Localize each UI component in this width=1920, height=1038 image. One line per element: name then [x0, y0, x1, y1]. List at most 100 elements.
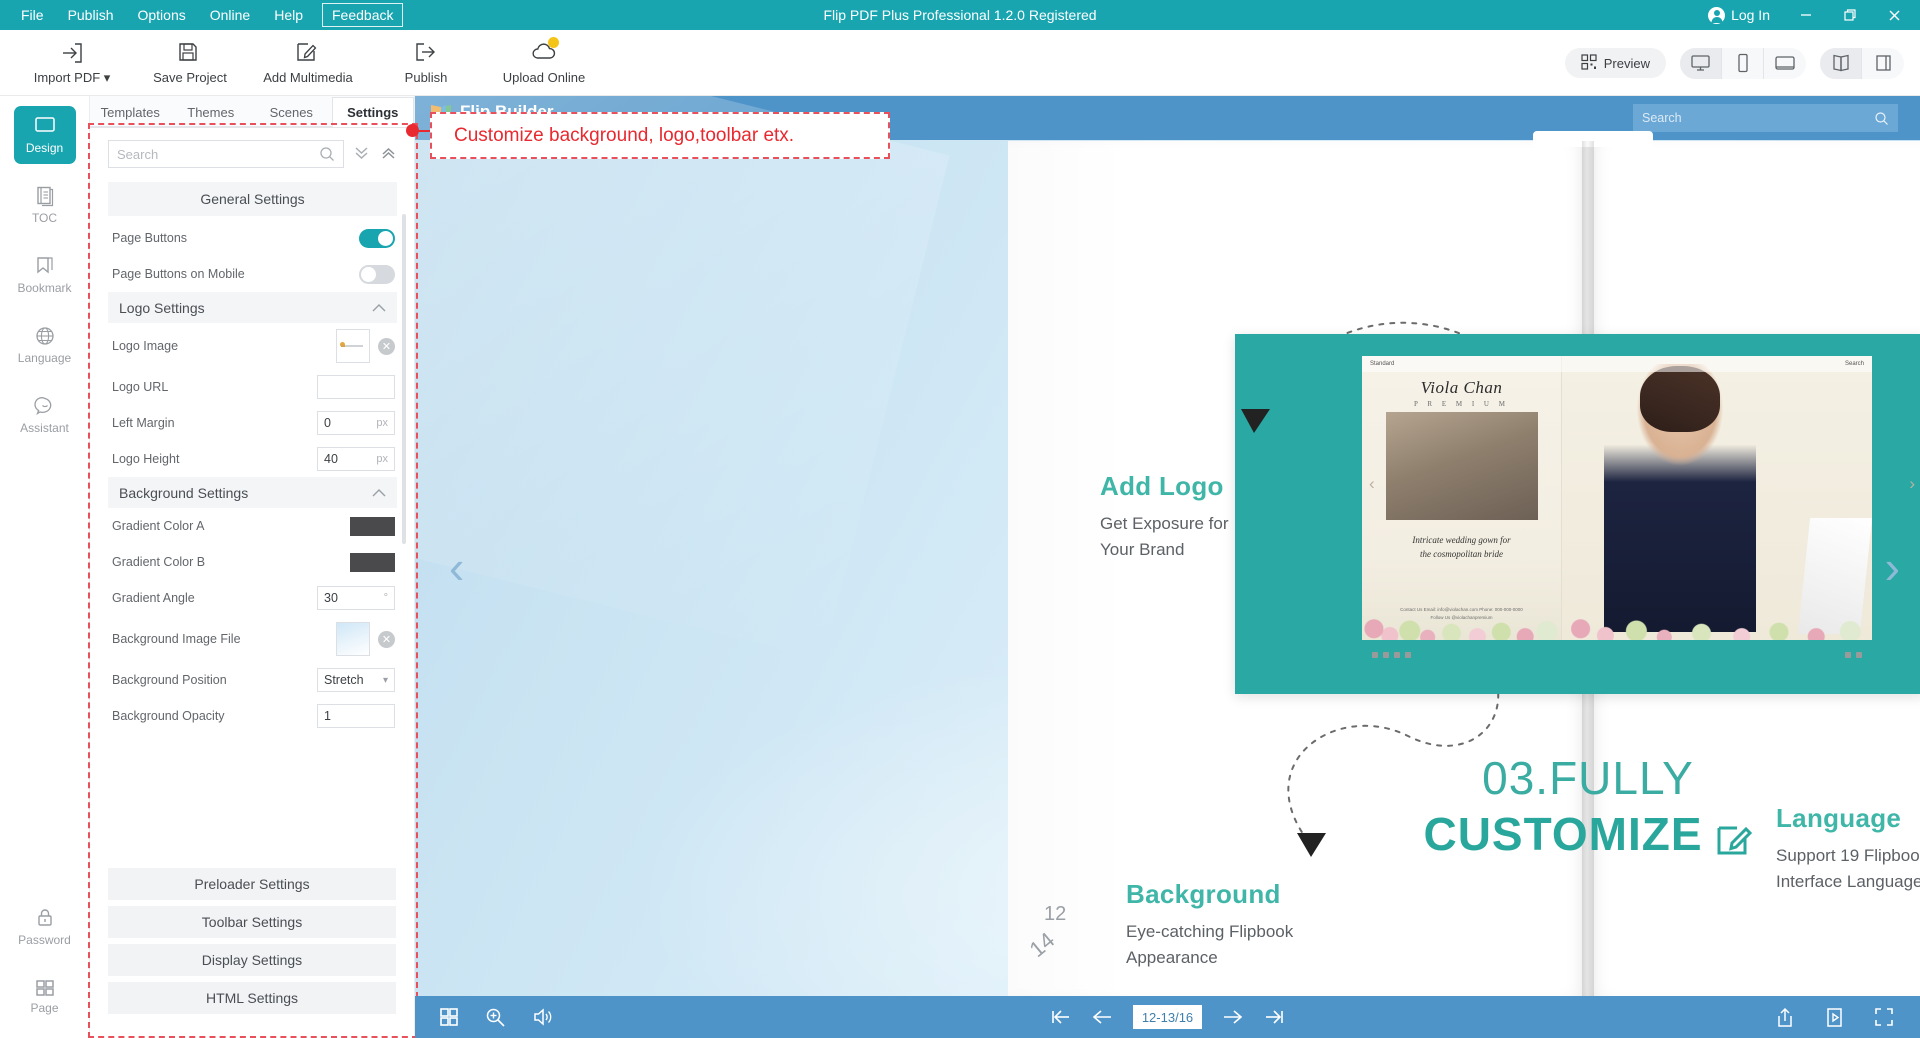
- flipbook-search-input[interactable]: [1642, 111, 1874, 125]
- logo-image-thumbnail[interactable]: [336, 329, 370, 363]
- login-button[interactable]: Log In: [1694, 7, 1784, 24]
- background-opacity-input[interactable]: 1: [317, 704, 395, 728]
- setting-background-opacity: Background Opacity 1: [108, 698, 397, 734]
- device-desktop-button[interactable]: [1680, 48, 1722, 79]
- lock-icon: [34, 907, 56, 929]
- section-label-background: Background Settings: [119, 485, 248, 501]
- section-background-settings[interactable]: Background Settings: [108, 477, 397, 508]
- background-position-select[interactable]: Stretch ▾: [317, 668, 395, 692]
- left-margin-value: 0: [324, 416, 331, 430]
- globe-icon: [34, 325, 56, 347]
- annotation-callout: Customize background, logo,toolbar etx.: [430, 112, 890, 159]
- connector-arrowheads: [1008, 141, 1920, 996]
- setting-label-background-image: Background Image File: [112, 632, 241, 646]
- auto-flip-icon[interactable]: [1825, 1007, 1844, 1028]
- upload-badge: [548, 37, 559, 48]
- thumbnails-icon[interactable]: [439, 1007, 459, 1027]
- setting-label-logo-image: Logo Image: [112, 339, 178, 353]
- flipbook-search[interactable]: [1633, 104, 1898, 132]
- device-tablet-button[interactable]: [1764, 48, 1806, 79]
- page-number-left: 12: [1044, 903, 1066, 926]
- menu-publish[interactable]: Publish: [57, 3, 125, 27]
- tab-templates[interactable]: Templates: [90, 98, 171, 127]
- single-page-button[interactable]: [1862, 48, 1904, 79]
- sidebar-item-password[interactable]: Password: [14, 898, 76, 956]
- sound-icon[interactable]: [532, 1007, 553, 1027]
- menu-options[interactable]: Options: [126, 3, 196, 27]
- close-button[interactable]: [1872, 0, 1916, 30]
- background-image-control: ✕: [336, 622, 395, 656]
- flipbook-toolbar-left: [415, 1007, 553, 1028]
- sidebar-item-toc[interactable]: TOC: [14, 176, 76, 234]
- sidebar-item-design[interactable]: Design: [14, 106, 76, 164]
- maximize-button[interactable]: [1828, 0, 1872, 30]
- toolbar-settings-button[interactable]: Toolbar Settings: [108, 906, 396, 938]
- logo-height-input[interactable]: 40 px: [317, 447, 395, 471]
- settings-search-input[interactable]: [117, 147, 319, 162]
- upload-online-button[interactable]: Upload Online: [488, 33, 600, 93]
- html-settings-button[interactable]: HTML Settings: [108, 982, 396, 1014]
- clear-logo-icon[interactable]: ✕: [378, 338, 395, 355]
- collapse-all-icon[interactable]: [352, 142, 371, 166]
- chevron-up-icon: [372, 300, 386, 316]
- setting-label-gradient-b: Gradient Color B: [112, 555, 205, 569]
- menu-feedback[interactable]: Feedback: [322, 3, 403, 27]
- next-page-icon[interactable]: [1220, 1007, 1244, 1027]
- fullscreen-icon[interactable]: [1874, 1007, 1894, 1027]
- bookmark-icon: [34, 255, 56, 277]
- setting-logo-image: Logo Image ✕: [108, 323, 397, 369]
- double-page-button[interactable]: [1820, 48, 1862, 79]
- page-indicator[interactable]: 12-13/16: [1133, 1005, 1202, 1029]
- flipbook-next-arrow[interactable]: ›: [1885, 540, 1900, 594]
- share-icon[interactable]: [1775, 1007, 1795, 1028]
- menu-help[interactable]: Help: [263, 3, 314, 27]
- setting-gradient-color-b: Gradient Color B: [108, 544, 397, 580]
- zoom-in-icon[interactable]: [485, 1007, 506, 1028]
- menu-file[interactable]: File: [10, 3, 55, 27]
- device-mobile-button[interactable]: [1722, 48, 1764, 79]
- logo-url-input[interactable]: [317, 375, 395, 399]
- prev-page-icon[interactable]: [1091, 1007, 1115, 1027]
- preloader-settings-button[interactable]: Preloader Settings: [108, 868, 396, 900]
- gradient-angle-input[interactable]: 30 °: [317, 586, 395, 610]
- section-general-settings: General Settings: [108, 182, 397, 216]
- single-page-icon: [1873, 54, 1893, 72]
- headline-bottom: CUSTOMIZE: [1423, 807, 1702, 861]
- toggle-page-buttons-mobile[interactable]: [359, 265, 395, 284]
- setting-label-background-opacity: Background Opacity: [112, 709, 225, 723]
- setting-logo-height: Logo Height 40 px: [108, 441, 397, 477]
- preview-button[interactable]: Preview: [1565, 48, 1666, 78]
- expand-all-icon[interactable]: [379, 142, 398, 166]
- section-logo-settings[interactable]: Logo Settings: [108, 292, 397, 323]
- tab-settings[interactable]: Settings: [332, 97, 415, 127]
- clear-background-icon[interactable]: ✕: [378, 631, 395, 648]
- minimize-button[interactable]: [1784, 0, 1828, 30]
- import-pdf-button[interactable]: Import PDF ▾: [16, 33, 128, 93]
- gradient-color-a-swatch[interactable]: [350, 517, 395, 536]
- gradient-color-b-swatch[interactable]: [350, 553, 395, 572]
- setting-gradient-angle: Gradient Angle 30 °: [108, 580, 397, 616]
- publish-button[interactable]: Publish: [370, 33, 482, 93]
- add-multimedia-button[interactable]: Add Multimedia: [252, 33, 364, 93]
- sidebar-item-language[interactable]: Language: [14, 316, 76, 374]
- add-multimedia-label: Add Multimedia: [263, 70, 353, 85]
- sidebar-item-assistant[interactable]: Assistant: [14, 386, 76, 444]
- first-page-icon[interactable]: [1049, 1007, 1073, 1027]
- sidebar-item-bookmark[interactable]: Bookmark: [14, 246, 76, 304]
- left-margin-input[interactable]: 0 px: [317, 411, 395, 435]
- sidebar-item-page[interactable]: Page: [14, 968, 76, 1026]
- tab-themes[interactable]: Themes: [171, 98, 252, 127]
- tab-scenes[interactable]: Scenes: [251, 98, 332, 127]
- toggle-page-buttons[interactable]: [359, 229, 395, 248]
- last-page-icon[interactable]: [1262, 1007, 1286, 1027]
- save-project-button[interactable]: Save Project: [134, 33, 246, 93]
- panel-search[interactable]: [108, 140, 344, 168]
- menu-online[interactable]: Online: [199, 3, 261, 27]
- left-rail: Design TOC Bookmark: [0, 96, 90, 1038]
- flipbook-prev-arrow[interactable]: ‹: [449, 540, 464, 594]
- flipbook-preview: Flip Builder ‹ ›: [415, 96, 1920, 1038]
- background-image-thumbnail[interactable]: [336, 622, 370, 656]
- import-pdf-icon: [59, 41, 85, 65]
- display-settings-button[interactable]: Display Settings: [108, 944, 396, 976]
- panel-scrollbar[interactable]: [402, 214, 406, 544]
